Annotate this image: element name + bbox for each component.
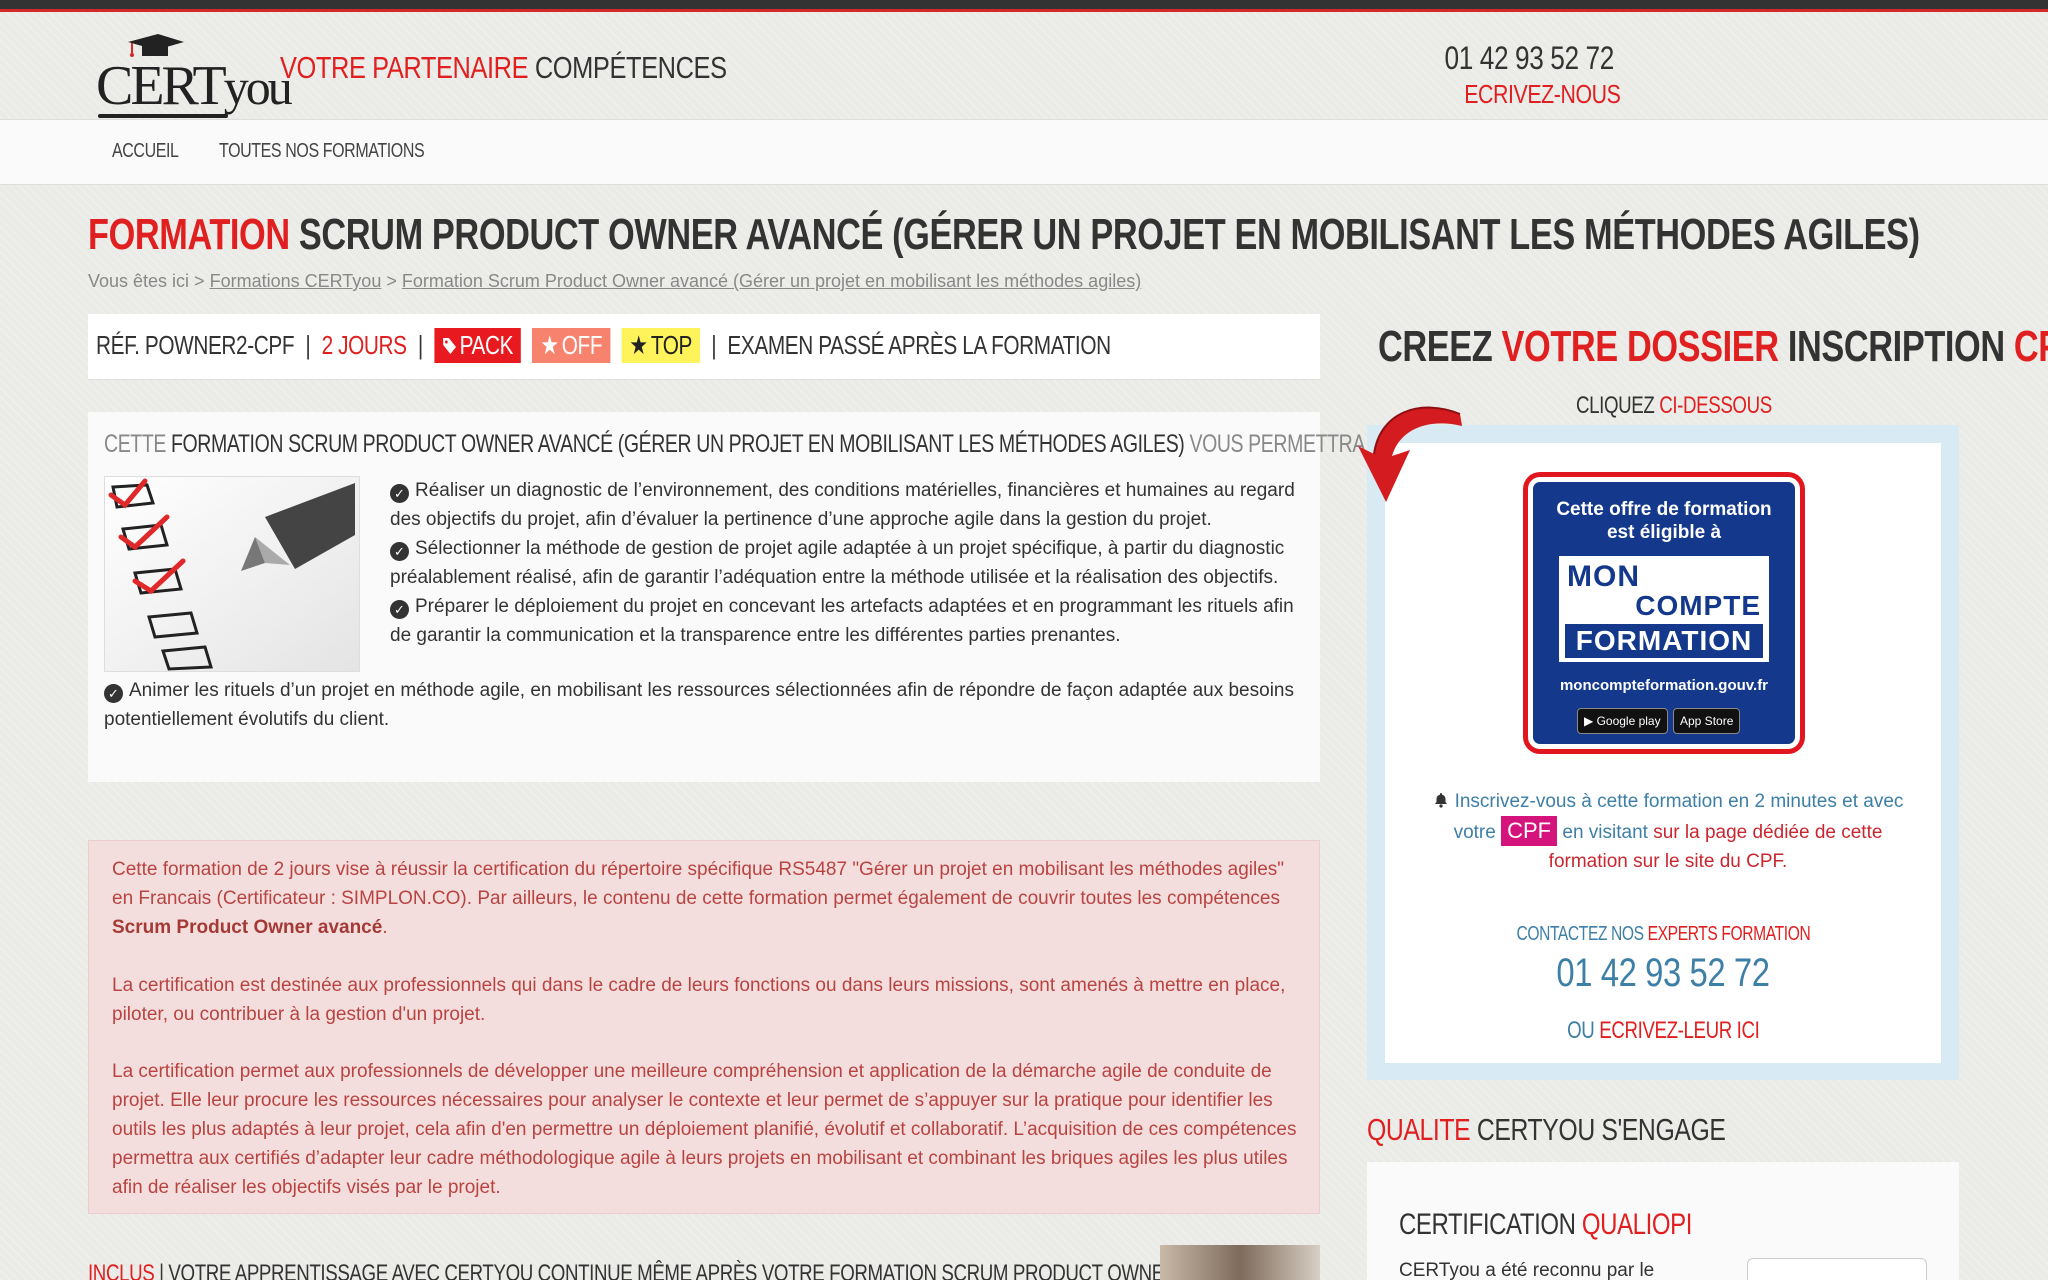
tagline: VOTRE PARTENAIRE COMPÉTENCES (280, 50, 727, 86)
header-email-label: ECRIVEZ-NOUS (1464, 79, 1621, 109)
qualiopi-box: CERTIFICATION QUALIOPI CERTyou a été rec… (1367, 1162, 1959, 1280)
inclus-heading: INCLUS | VOTRE APPRENTISSAGE AVEC CERTYO… (88, 1260, 1253, 1280)
qualiopi-heading: CERTIFICATION QUALIOPI (1399, 1208, 1693, 1241)
cpf-panel-title: CREEZ VOTRE DOSSIER INSCRIPTION CPF (1378, 322, 2048, 371)
badge-pack: PACK (434, 328, 522, 363)
cpf-panel: Cette offre de formation est éligible à M… (1367, 425, 1959, 1080)
breadcrumb-link-current[interactable]: Formation Scrum Product Owner avancé (Gé… (402, 271, 1141, 291)
ecrivez-leur-link[interactable]: OU ECRIVEZ-LEUR ICI (1385, 1017, 1941, 1045)
header-phone-number: 01 42 93 52 72 (1444, 40, 1615, 76)
mcf-url: moncompteformation.gouv.fr (1559, 677, 1769, 694)
cpf-panel-inner: Cette offre de formation est éligible à M… (1385, 443, 1941, 1063)
tag-icon (442, 337, 456, 354)
checklist-illustration (104, 476, 360, 672)
star-icon: ★ (540, 330, 559, 360)
logo-wordmark: CERTyou (96, 55, 293, 117)
nav-item-toutes-formations[interactable]: TOUTES NOS FORMATIONS (219, 140, 425, 163)
cpf-signup-text: Inscrivez-vous à cette formation en 2 mi… (1425, 787, 1911, 876)
cpf-tag: CPF (1501, 816, 1558, 846)
objectives-box: CETTE FORMATION SCRUM PRODUCT OWNER AVAN… (88, 412, 1406, 782)
breadcrumb: Vous êtes ici > Formations CERTyou > For… (88, 271, 1142, 291)
nav-item-accueil[interactable]: ACCUEIL (112, 140, 179, 163)
google-play-badge[interactable]: ▶ Google play (1577, 708, 1668, 734)
qualiopi-text: CERTyou a été reconnu par le (1399, 1260, 1655, 1280)
curved-arrow-icon (1358, 406, 1462, 502)
certification-paragraph-1: Cette formation de 2 jours vise à réussi… (112, 859, 1285, 938)
star-icon: ★ (629, 330, 648, 360)
header-contact: 01 42 93 52 72 ECRIVEZ-NOUS (1438, 40, 1648, 110)
tagline-red: VOTRE PARTENAIRE (280, 50, 529, 85)
cliquez-label: CLIQUEZ CI-DESSOUS (1576, 392, 1772, 419)
check-circle-icon: ✓ (390, 600, 409, 619)
exam-info: EXAMEN PASSÉ APRÈS LA FORMATION (727, 330, 1111, 360)
reference-code: RÉF. POWNER2-CPF (96, 330, 295, 360)
page-title: FORMATION SCRUM PRODUCT OWNER AVANCÉ (GÉ… (88, 210, 1920, 259)
certification-info-box: Cette formation de 2 jours vise à réussi… (88, 840, 1320, 1214)
check-circle-icon: ✓ (104, 684, 123, 703)
app-store-badge[interactable]: App Store (1673, 708, 1741, 734)
duration: 2 JOURS (321, 330, 407, 360)
site-header: CERTyou VOTRE PARTENAIRE COMPÉTENCES 01 … (0, 12, 2048, 119)
bell-icon (1434, 793, 1447, 808)
certyou-logo[interactable]: CERTyou (96, 24, 293, 120)
certification-paragraph-3: La certification permet aux professionne… (112, 1061, 1297, 1198)
qualiopi-button[interactable] (1747, 1258, 1927, 1280)
mon-compte-formation-badge[interactable]: Cette offre de formation est éligible à M… (1528, 477, 1800, 749)
certification-paragraph-2: La certification est destinée aux profes… (112, 975, 1286, 1025)
qualite-heading: QUALITE CERTYOU S'ENGAGE (1367, 1112, 1726, 1147)
badge-off: ★ OFF (532, 328, 611, 363)
contact-experts-label: CONTACTEZ NOS EXPERTS FORMATION (1516, 923, 1810, 945)
reference-bar: RÉF. POWNER2-CPF | 2 JOURS | PACK ★ OFF … (88, 314, 1320, 380)
top-accent-bar (0, 0, 2048, 12)
team-photo (1160, 1245, 1320, 1280)
header-email-link[interactable]: ECRIVEZ-NOUS (1438, 79, 1621, 110)
list-item: ✓ Animer les rituels d’un projet en métho… (104, 680, 1294, 730)
cpf-panel-phone[interactable]: 01 42 93 52 72 (1385, 951, 1941, 996)
check-circle-icon: ✓ (390, 484, 409, 503)
logo-underline (98, 114, 228, 118)
main-nav: ACCUEIL TOUTES NOS FORMATIONS (0, 119, 2048, 185)
breadcrumb-link-formations[interactable]: Formations CERTyou (210, 271, 382, 291)
tagline-dark: COMPÉTENCES (534, 50, 727, 85)
check-circle-icon: ✓ (390, 542, 409, 561)
badge-top: ★ TOP (621, 328, 701, 363)
header-phone[interactable]: 01 42 93 52 72 (1438, 40, 1615, 77)
objectives-heading: CETTE FORMATION SCRUM PRODUCT OWNER AVAN… (104, 430, 1406, 458)
